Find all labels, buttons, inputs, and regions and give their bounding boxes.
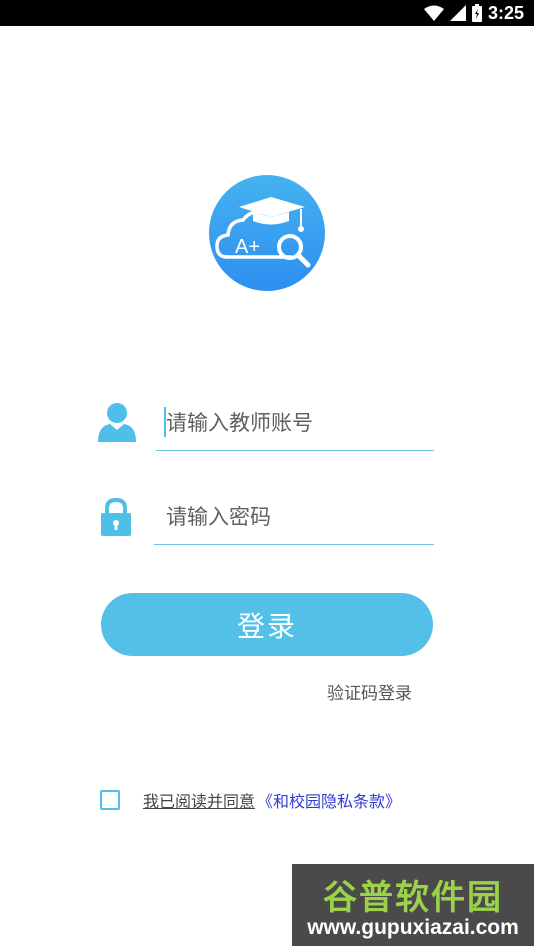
app-logo: A+ <box>209 175 325 291</box>
sms-code-login-link[interactable]: 验证码登录 <box>327 679 412 704</box>
watermark: 谷普软件园 www.gupuxiazai.com <box>292 864 534 946</box>
wifi-icon <box>423 5 444 21</box>
login-button[interactable]: 登录 <box>101 593 433 656</box>
status-icons: 3:25 <box>423 0 524 26</box>
logo-badge-text: A+ <box>235 236 260 258</box>
watermark-title: 谷普软件园 <box>323 878 503 918</box>
watermark-url: www.gupuxiazai.com <box>307 916 519 939</box>
agree-checkbox[interactable] <box>100 790 120 810</box>
agreement-row: 我已阅读并同意 《和校园隐私条款》 <box>100 788 401 812</box>
battery-icon <box>471 4 482 22</box>
signal-icon <box>449 5 466 21</box>
agreement-text[interactable]: 我已阅读并同意 <box>143 788 255 812</box>
status-time: 3:25 <box>487 2 524 23</box>
account-underline <box>156 450 434 451</box>
status-bar: 3:25 <box>0 0 534 26</box>
privacy-policy-link[interactable]: 《和校园隐私条款》 <box>257 788 401 812</box>
user-icon <box>98 403 136 442</box>
password-input[interactable] <box>166 502 426 532</box>
password-underline <box>154 544 434 545</box>
account-input[interactable] <box>166 408 426 438</box>
lock-icon <box>101 498 131 536</box>
